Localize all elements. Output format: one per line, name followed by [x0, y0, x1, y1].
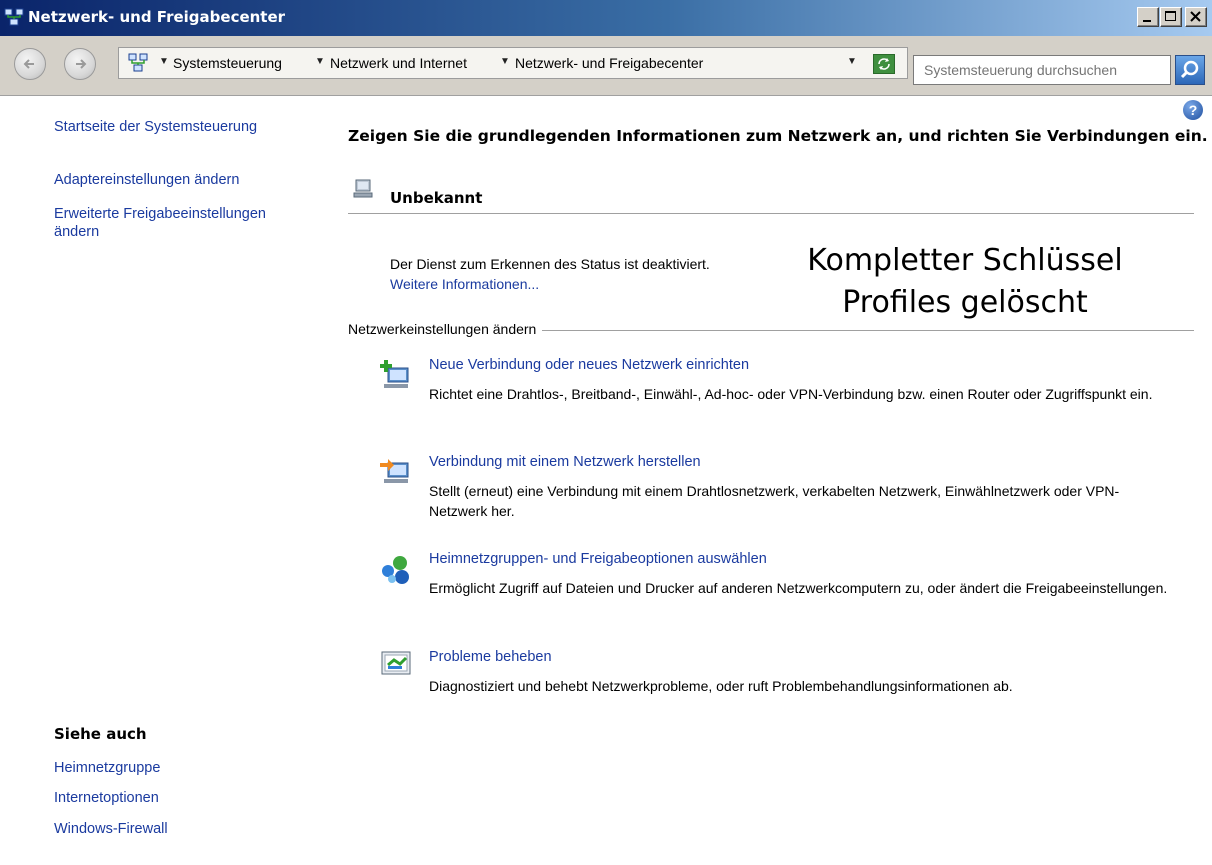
- breadcrumb[interactable]: ▼ Systemsteuerung ▼ Netzwerk und Interne…: [118, 47, 908, 79]
- task-description: Diagnostiziert und behebt Netzwerkproble…: [429, 678, 1013, 694]
- task-description: Stellt (erneut) eine Verbindung mit eine…: [429, 483, 1120, 519]
- title-bar: Netzwerk- und Freigabecenter: [0, 0, 1212, 36]
- close-icon: [1190, 11, 1201, 22]
- more-info-link[interactable]: Weitere Informationen...: [390, 276, 539, 292]
- maximize-icon: [1165, 11, 1176, 21]
- search-field[interactable]: [913, 55, 1171, 85]
- sidebar-item-adaptereinstellungen[interactable]: Adaptereinstellungen ändern: [54, 172, 239, 188]
- see-also-heading: Siehe auch: [54, 725, 147, 743]
- network-divider: [348, 213, 1194, 214]
- homegroup-icon: [382, 556, 409, 584]
- task-link-homegroup[interactable]: Heimnetzgruppen- und Freigabeoptionen au…: [429, 551, 767, 567]
- help-icon[interactable]: ?: [1183, 100, 1203, 120]
- back-button[interactable]: [14, 48, 46, 80]
- task-description: Richtet eine Drahtlos-, Breitband-, Einw…: [429, 386, 1153, 402]
- task-link-new-connection[interactable]: Neue Verbindung oder neues Netzwerk einr…: [429, 357, 749, 373]
- sidebar-item-freigabeeinstellungen[interactable]: Erweiterte Freigabeeinstellungen ändern: [54, 205, 304, 241]
- see-also-internetoptionen[interactable]: Internetoptionen: [54, 790, 159, 806]
- annotation-text: Kompletter Schlüssel Profiles gelöscht: [765, 240, 1165, 324]
- annotation-line-1: Kompletter Schlüssel: [807, 243, 1123, 278]
- network-name: Unbekannt: [390, 189, 483, 207]
- minimize-button[interactable]: [1137, 7, 1159, 27]
- task-link-connect-network[interactable]: Verbindung mit einem Netzwerk herstellen: [429, 454, 701, 470]
- forward-button[interactable]: [64, 48, 96, 80]
- breadcrumb-item-netzwerk-internet[interactable]: Netzwerk und Internet: [330, 55, 467, 71]
- breadcrumb-separator-icon[interactable]: ▼: [159, 56, 169, 67]
- task-link-troubleshoot[interactable]: Probleme beheben: [429, 649, 552, 665]
- window-title: Netzwerk- und Freigabecenter: [28, 8, 286, 26]
- close-button[interactable]: [1185, 7, 1207, 27]
- control-panel-icon: [128, 53, 148, 72]
- address-bar: ▼ Systemsteuerung ▼ Netzwerk und Interne…: [0, 36, 1212, 96]
- see-also-heimnetzgruppe[interactable]: Heimnetzgruppe: [54, 760, 160, 776]
- search-input[interactable]: [914, 56, 1166, 84]
- forward-arrow-icon: [76, 59, 87, 69]
- see-also-windows-firewall[interactable]: Windows-Firewall: [54, 821, 168, 837]
- troubleshoot-icon: [381, 651, 411, 675]
- breadcrumb-separator-icon[interactable]: ▼: [500, 56, 510, 67]
- minimize-icon: [1143, 20, 1151, 22]
- network-center-icon: [4, 8, 24, 26]
- status-text: Der Dienst zum Erkennen des Status ist d…: [390, 256, 710, 272]
- search-button[interactable]: [1175, 55, 1205, 85]
- breadcrumb-item-netzwerk-freigabecenter[interactable]: Netzwerk- und Freigabecenter: [515, 55, 703, 71]
- search-icon: [1180, 60, 1199, 79]
- breadcrumb-item-systemsteuerung[interactable]: Systemsteuerung: [173, 55, 282, 71]
- new-connection-icon: [380, 360, 409, 388]
- refresh-button[interactable]: [873, 54, 895, 74]
- refresh-icon: [878, 58, 890, 70]
- address-dropdown-icon[interactable]: ▼: [847, 56, 857, 67]
- section-label: Netzwerkeinstellungen ändern: [348, 321, 543, 337]
- sidebar-item-startseite[interactable]: Startseite der Systemsteuerung: [54, 119, 257, 135]
- connect-network-icon: [380, 459, 409, 483]
- maximize-button[interactable]: [1160, 7, 1182, 27]
- network-computer-icon: [353, 179, 373, 198]
- back-arrow-icon: [23, 59, 34, 69]
- task-description: Ermöglicht Zugriff auf Dateien und Druck…: [429, 580, 1168, 596]
- breadcrumb-separator-icon[interactable]: ▼: [315, 56, 325, 67]
- page-title: Zeigen Sie die grundlegenden Information…: [348, 127, 1208, 145]
- annotation-line-2: Profiles gelöscht: [842, 285, 1088, 320]
